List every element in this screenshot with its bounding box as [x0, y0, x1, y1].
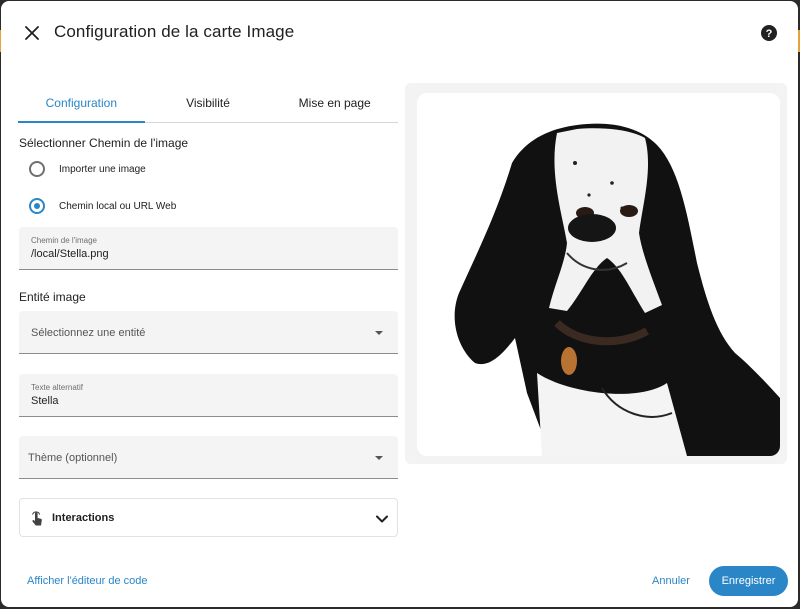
image-card-preview	[417, 93, 780, 456]
interactions-expander[interactable]: Interactions	[19, 498, 398, 537]
card-config-dialog: Configuration de la carte Image ? Config…	[1, 1, 798, 607]
dog-photo	[454, 123, 780, 456]
dropdown-caret-icon	[375, 456, 383, 460]
alt-text-field-value[interactable]: Stella	[31, 395, 59, 407]
chevron-down-icon	[376, 515, 388, 523]
entity-select[interactable]: Sélectionnez une entité	[19, 311, 398, 354]
image-path-section-label: Sélectionner Chemin de l'image	[19, 136, 189, 150]
image-path-field[interactable]: Chemin de l'image /local/Stella.png	[19, 227, 398, 270]
help-circle-icon: ?	[761, 25, 777, 41]
interactions-label: Interactions	[52, 512, 115, 524]
help-button[interactable]: ?	[758, 22, 780, 44]
tab-bar: Configuration Visibilité Mise en page	[18, 85, 398, 123]
image-path-field-label: Chemin de l'image	[31, 236, 98, 245]
dialog-header: Configuration de la carte Image ?	[1, 1, 798, 63]
radio-button-unchecked[interactable]	[29, 161, 45, 177]
theme-select-placeholder: Thème (optionnel)	[28, 452, 118, 464]
card-preview-panel	[405, 83, 787, 464]
radio-button-checked[interactable]	[29, 198, 45, 214]
radio-local-path-label: Chemin local ou URL Web	[59, 200, 177, 212]
alt-text-field[interactable]: Texte alternatif Stella	[19, 374, 398, 417]
close-button[interactable]	[19, 20, 45, 46]
dialog-title: Configuration de la carte Image	[54, 22, 295, 41]
radio-upload-image[interactable]: Importer une image	[29, 161, 146, 177]
gesture-tap-icon	[32, 511, 42, 526]
tab-visibility[interactable]: Visibilité	[145, 85, 272, 122]
entity-section-label: Entité image	[19, 290, 86, 304]
save-button[interactable]: Enregistrer	[709, 566, 788, 596]
image-path-field-value[interactable]: /local/Stella.png	[31, 248, 109, 260]
svg-text:?: ?	[766, 28, 773, 40]
entity-select-placeholder: Sélectionnez une entité	[31, 327, 146, 339]
close-icon	[25, 26, 39, 40]
show-code-editor-link[interactable]: Afficher l'éditeur de code	[27, 575, 148, 587]
dropdown-caret-icon	[375, 331, 383, 335]
theme-select[interactable]: Thème (optionnel)	[19, 436, 398, 479]
radio-upload-label: Importer une image	[59, 163, 146, 175]
tab-layout[interactable]: Mise en page	[271, 85, 398, 122]
alt-text-field-label: Texte alternatif	[31, 383, 84, 392]
tab-configuration[interactable]: Configuration	[18, 85, 145, 123]
cancel-button[interactable]: Annuler	[652, 575, 690, 587]
radio-local-path[interactable]: Chemin local ou URL Web	[29, 198, 176, 214]
